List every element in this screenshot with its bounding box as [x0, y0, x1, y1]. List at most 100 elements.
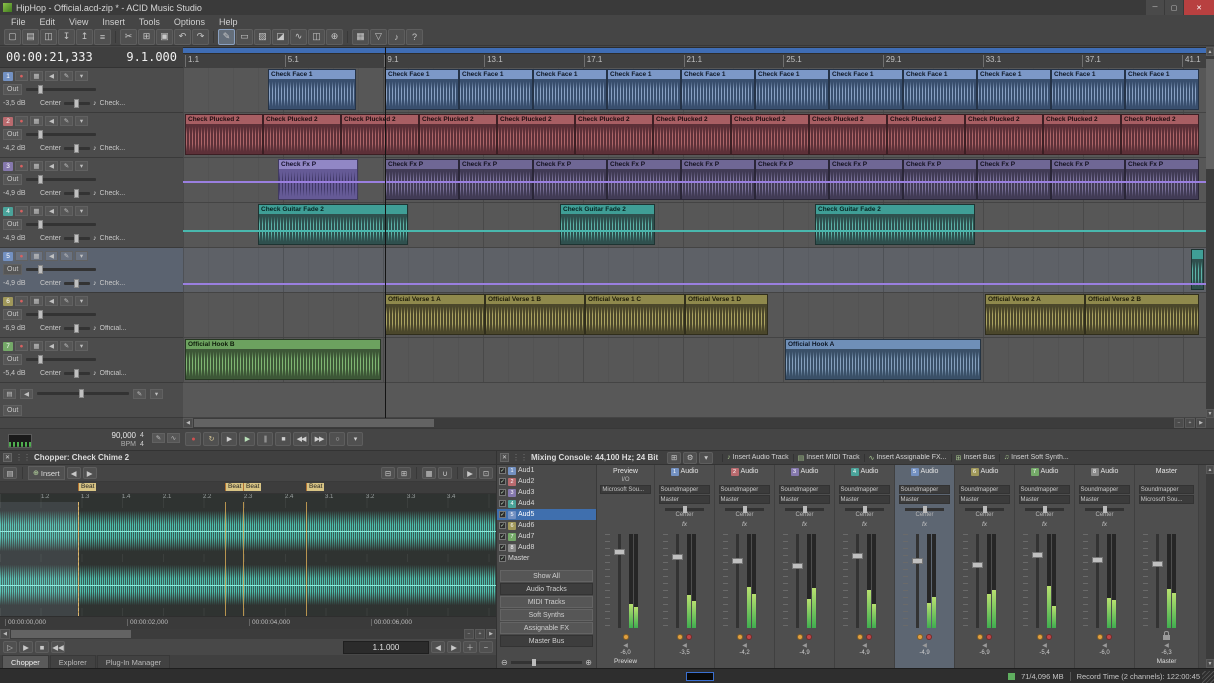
track-dropdown-icon[interactable]: ▾ [75, 296, 88, 306]
track-pan-slider[interactable] [64, 102, 90, 105]
channel-checkbox[interactable]: ✓ [499, 478, 506, 485]
erase-tool-icon[interactable]: ◪ [272, 29, 289, 45]
mute-speaker-icon[interactable]: ◀ [45, 251, 58, 261]
meter-options-icon[interactable]: ◀ [1042, 642, 1047, 650]
strip-pan-slider[interactable] [785, 508, 824, 511]
channel-checkbox[interactable]: ✓ [499, 533, 506, 540]
insert-midi-track-button[interactable]: ▤Insert MIDI Track [793, 454, 860, 462]
fader-handle[interactable] [1032, 552, 1043, 558]
mixer-dropdown-icon[interactable]: ▾ [699, 452, 713, 464]
chopper-scroll-right-button[interactable]: ▶ [486, 629, 496, 639]
audio-clip[interactable]: Check Face 1 [1051, 69, 1125, 110]
audio-clip[interactable]: Official Verse 1 A [385, 294, 485, 335]
tab-explorer[interactable]: Explorer [50, 655, 96, 668]
double-selection-icon[interactable]: ⊞ [397, 467, 411, 479]
fader-handle[interactable] [792, 563, 803, 569]
insert-left-icon[interactable]: ◀ [67, 467, 81, 479]
audio-clip[interactable]: Official Verse 2 A [985, 294, 1085, 335]
routing-select[interactable]: Soundmapper [719, 485, 771, 494]
cut-icon[interactable]: ✂ [120, 29, 137, 45]
meter-options-icon[interactable]: ◀ [982, 642, 987, 650]
track-name[interactable]: Check... [100, 235, 126, 242]
v-scroll-thumb[interactable] [1206, 59, 1214, 169]
filter-assignable-fx[interactable]: Assignable FX [500, 622, 593, 634]
timecode-display[interactable]: 00:00:21,333 [6, 50, 93, 64]
render-icon[interactable]: ↧ [58, 29, 75, 45]
beat-marker-flag[interactable]: Beat [225, 483, 243, 491]
zoom-out-button[interactable]: − [1174, 418, 1184, 428]
filter-midi-tracks[interactable]: MIDI Tracks [500, 596, 593, 608]
mixer-strip-aud1[interactable]: 1AudioSoundmapperMasterCenterfx◀-3,5 [655, 465, 715, 668]
channel-list-item-aud3[interactable]: ✓3Aud3 [497, 487, 596, 498]
track-volume-slider[interactable] [26, 223, 96, 226]
insert-selection-button[interactable]: ⊕Insert [28, 466, 65, 480]
track-fx-icon[interactable]: ✎ [60, 341, 73, 351]
automation-envelope-line[interactable] [183, 230, 1206, 232]
bus-meter-icon[interactable]: ▤ [3, 389, 16, 399]
mixer-zoom-slider[interactable] [511, 661, 583, 664]
beat-marker-flag[interactable]: Beat [243, 483, 261, 491]
bus-dropdown-icon[interactable]: ▾ [150, 389, 163, 399]
beat-marker-flag[interactable]: Beat [78, 483, 96, 491]
chopper-play-button[interactable]: ▶ [19, 641, 33, 653]
magnet-icon[interactable]: ∪ [438, 467, 452, 479]
bus-output-button[interactable]: Out [3, 405, 22, 416]
audio-clip[interactable]: Check Fx P [903, 159, 977, 200]
audio-clip[interactable]: Check Face 1 [681, 69, 755, 110]
audio-clip[interactable]: Official Verse 1 D [685, 294, 768, 335]
halve-selection-icon[interactable]: ⊟ [381, 467, 395, 479]
record-arm-dot[interactable] [1106, 634, 1112, 640]
routing-select[interactable]: Soundmapper [1019, 485, 1071, 494]
record-arm-icon[interactable]: ● [15, 71, 28, 81]
open-icon[interactable]: ▤ [22, 29, 39, 45]
bus-track-lane[interactable] [183, 383, 1206, 418]
routing-select[interactable]: Soundmapper [839, 485, 891, 494]
filter-soft-synths[interactable]: Soft Synths [500, 609, 593, 621]
mute-dot[interactable] [857, 634, 863, 640]
tempo-display[interactable]: 90,000 BPM [58, 431, 136, 449]
playback-rate-slider[interactable] [37, 392, 129, 395]
chopper-marker-ruler[interactable]: BeatBeatBeatBeat [0, 482, 496, 494]
fader-handle[interactable] [672, 554, 683, 560]
track-fx-icon[interactable]: ✎ [60, 206, 73, 216]
audio-clip[interactable]: Check Plucked 2 [263, 114, 341, 155]
chopper-selection-region[interactable] [0, 502, 79, 616]
strip-pan-slider[interactable] [845, 508, 884, 511]
track-output-button[interactable]: Out [3, 219, 22, 230]
track-volume-slider[interactable] [26, 313, 96, 316]
track-output-button[interactable]: Out [3, 129, 22, 140]
audio-clip[interactable]: Check Plucked 2 [341, 114, 419, 155]
timeline-v-scrollbar[interactable]: ▲ ▼ [1206, 47, 1214, 418]
output-level-meter-icon[interactable] [8, 434, 32, 448]
multipurpose-slider-icon[interactable]: ▦ [30, 71, 43, 81]
track-volume-slider[interactable] [26, 178, 96, 181]
selection-shrink-icon[interactable]: − [479, 641, 493, 653]
zoom-selection-icon[interactable]: ⊡ [479, 467, 493, 479]
audio-clip[interactable]: Check Fx P [1051, 159, 1125, 200]
mixer-strip-aud5[interactable]: 5AudioSoundmapperMasterCenterfx◀-4,9 [895, 465, 955, 668]
audio-clip[interactable]: Official Verse 1 B [485, 294, 585, 335]
loop-region-bar[interactable] [183, 48, 1206, 53]
strip-fx-icon[interactable]: fx [742, 521, 747, 530]
track-dropdown-icon[interactable]: ▾ [75, 341, 88, 351]
tab-chopper[interactable]: Chopper [2, 655, 49, 668]
audio-clip[interactable]: Check Fx P [385, 159, 459, 200]
paint-tool-icon[interactable]: ▨ [254, 29, 271, 45]
mixer-scroll-down-button[interactable]: ▼ [1206, 659, 1214, 668]
mixer-views-icon[interactable]: ⊞ [667, 452, 681, 464]
strip-fader[interactable] [1135, 530, 1198, 632]
mute-dot[interactable] [677, 634, 683, 640]
chopper-time-ruler[interactable]: 00:00:00,00000:00:02,00000:00:04,00000:0… [0, 616, 496, 629]
menu-edit[interactable]: Edit [33, 17, 63, 27]
selection-tool-icon[interactable]: ▭ [236, 29, 253, 45]
save-icon[interactable]: ◫ [40, 29, 57, 45]
track-volume-slider[interactable] [26, 358, 96, 361]
strip-pan-slider[interactable] [725, 508, 764, 511]
strip-fx-icon[interactable]: fx [922, 521, 927, 530]
track-name[interactable]: Check... [100, 100, 126, 107]
fader-handle[interactable] [972, 562, 983, 568]
zoom-tool-icon[interactable]: ⊕ [326, 29, 343, 45]
audio-clip[interactable]: Check Fx P [977, 159, 1051, 200]
audio-clip[interactable]: Check Plucked 2 [1121, 114, 1199, 155]
go-to-end-button[interactable]: ▶▶ [311, 432, 327, 446]
